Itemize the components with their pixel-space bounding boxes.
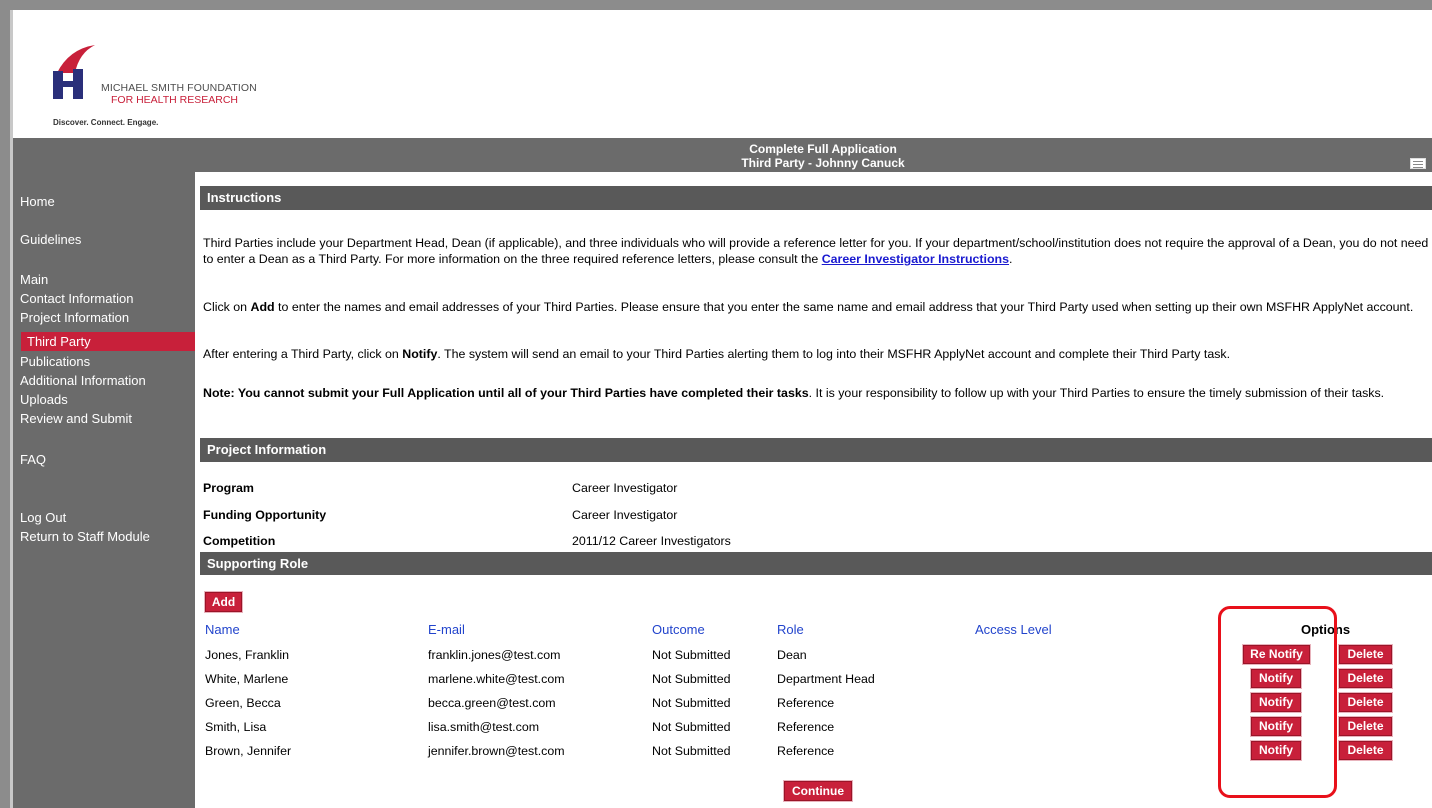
sidebar-item-review-and-submit[interactable]: Review and Submit — [20, 411, 132, 426]
column-header-name[interactable]: Name — [205, 622, 240, 637]
sidebar-item-return-to-staff-module[interactable]: Return to Staff Module — [20, 529, 150, 544]
print-icon[interactable] — [1410, 158, 1426, 169]
row-3-outcome: Not Submitted — [652, 696, 731, 710]
row-1-email: franklin.jones@test.com — [428, 648, 561, 662]
row-1-name: Jones, Franklin — [205, 648, 290, 662]
page-subtitle: Third Party - Johnny Canuck — [741, 156, 905, 170]
career-investigator-instructions-link[interactable]: Career Investigator Instructions — [822, 252, 1009, 266]
row-4-outcome: Not Submitted — [652, 720, 731, 734]
sidebar-item-faq[interactable]: FAQ — [20, 452, 46, 467]
sidebar-item-contact-information[interactable]: Contact Information — [20, 291, 133, 306]
logo-tagline: Discover. Connect. Engage. — [53, 118, 159, 127]
instructions-paragraph-2: Click on Add to enter the names and emai… — [203, 299, 1432, 315]
row-5-email: jennifer.brown@test.com — [428, 744, 565, 758]
row-3-email: becca.green@test.com — [428, 696, 556, 710]
page-title-band: Complete Full Application Third Party - … — [13, 138, 1432, 172]
window-frame-left — [0, 0, 10, 808]
instructions-paragraph-1: Third Parties include your Department He… — [203, 235, 1432, 267]
instructions-paragraph-4: Note: You cannot submit your Full Applic… — [203, 385, 1432, 401]
sidebar-item-uploads[interactable]: Uploads — [20, 392, 68, 407]
sidebar-item-guidelines[interactable]: Guidelines — [20, 232, 81, 247]
competition-value: 2011/12 Career Investigators — [572, 534, 731, 548]
supporting-role-heading: Supporting Role — [200, 552, 1432, 575]
row-5-name: Brown, Jennifer — [205, 744, 292, 758]
sidebar-item-home[interactable]: Home — [20, 194, 55, 209]
row-3-role: Reference — [777, 696, 835, 710]
funding-opportunity-value: Career Investigator — [572, 508, 678, 522]
logo-name-line2: FOR HEALTH RESEARCH — [111, 94, 238, 106]
row-5-role: Reference — [777, 744, 835, 758]
continue-button[interactable]: Continue — [784, 781, 852, 801]
row-1-role: Dean — [777, 648, 807, 662]
row-1-delete-button[interactable]: Delete — [1339, 645, 1392, 664]
instructions-p2-post: to enter the names and email addresses o… — [274, 300, 1414, 314]
add-third-party-button[interactable]: Add — [205, 592, 242, 612]
instructions-p1-text: Third Parties include your Department He… — [203, 236, 1429, 266]
main-content: Instructions Third Parties include your … — [195, 172, 1432, 808]
column-header-role[interactable]: Role — [777, 622, 804, 637]
page-title: Complete Full Application — [749, 142, 897, 156]
instructions-p1-end: . — [1009, 252, 1013, 266]
row-5-outcome: Not Submitted — [652, 744, 731, 758]
instructions-p3-post: . The system will send an email to your … — [437, 347, 1231, 361]
row-1-re-notify-button[interactable]: Re Notify — [1243, 645, 1310, 664]
logo-name-line1: MICHAEL SMITH FOUNDATION — [101, 82, 257, 94]
row-3-notify-button[interactable]: Notify — [1251, 693, 1301, 712]
row-2-notify-button[interactable]: Notify — [1251, 669, 1301, 688]
project-information-heading: Project Information — [200, 438, 1432, 462]
program-value: Career Investigator — [572, 481, 678, 495]
sidebar-item-log-out[interactable]: Log Out — [20, 510, 66, 525]
row-4-role: Reference — [777, 720, 835, 734]
row-2-email: marlene.white@test.com — [428, 672, 565, 686]
sidebar-item-project-information[interactable]: Project Information — [20, 310, 129, 325]
msfhr-logo-icon — [53, 45, 95, 99]
row-2-outcome: Not Submitted — [652, 672, 731, 686]
program-label: Program — [203, 481, 254, 495]
row-5-notify-button[interactable]: Notify — [1251, 741, 1301, 760]
row-2-name: White, Marlene — [205, 672, 289, 686]
row-4-email: lisa.smith@test.com — [428, 720, 540, 734]
column-header-email[interactable]: E-mail — [428, 622, 465, 637]
row-2-delete-button[interactable]: Delete — [1339, 669, 1392, 688]
instructions-p2-pre: Click on — [203, 300, 251, 314]
sidebar-item-additional-information[interactable]: Additional Information — [20, 373, 146, 388]
instructions-p2-bold: Add — [250, 300, 275, 314]
row-1-outcome: Not Submitted — [652, 648, 731, 662]
row-4-name: Smith, Lisa — [205, 720, 267, 734]
column-header-options: Options — [1301, 622, 1351, 637]
sidebar-item-publications[interactable]: Publications — [20, 354, 90, 369]
instructions-p3-bold: Notify — [402, 347, 438, 361]
logo-header: MICHAEL SMITH FOUNDATION FOR HEALTH RESE… — [13, 10, 1432, 138]
instructions-heading: Instructions — [200, 186, 1432, 210]
row-3-name: Green, Becca — [205, 696, 281, 710]
competition-label: Competition — [203, 534, 276, 548]
funding-opportunity-label: Funding Opportunity — [203, 508, 327, 522]
column-header-outcome[interactable]: Outcome — [652, 622, 705, 637]
column-header-access-level[interactable]: Access Level — [975, 622, 1052, 637]
window-frame-top — [0, 0, 1432, 10]
sidebar-nav: Home Guidelines Main Contact Information… — [13, 172, 195, 808]
instructions-p3-pre: After entering a Third Party, click on — [203, 347, 403, 361]
sidebar-item-main[interactable]: Main — [20, 272, 48, 287]
row-4-notify-button[interactable]: Notify — [1251, 717, 1301, 736]
instructions-paragraph-3: After entering a Third Party, click on N… — [203, 346, 1432, 362]
row-3-delete-button[interactable]: Delete — [1339, 693, 1392, 712]
instructions-p4-bold: Note: You cannot submit your Full Applic… — [203, 386, 809, 400]
row-5-delete-button[interactable]: Delete — [1339, 741, 1392, 760]
instructions-p4-post: . It is your responsibility to follow up… — [808, 386, 1385, 400]
sidebar-item-third-party[interactable]: Third Party — [21, 332, 195, 351]
row-2-role: Department Head — [777, 672, 875, 686]
row-4-delete-button[interactable]: Delete — [1339, 717, 1392, 736]
